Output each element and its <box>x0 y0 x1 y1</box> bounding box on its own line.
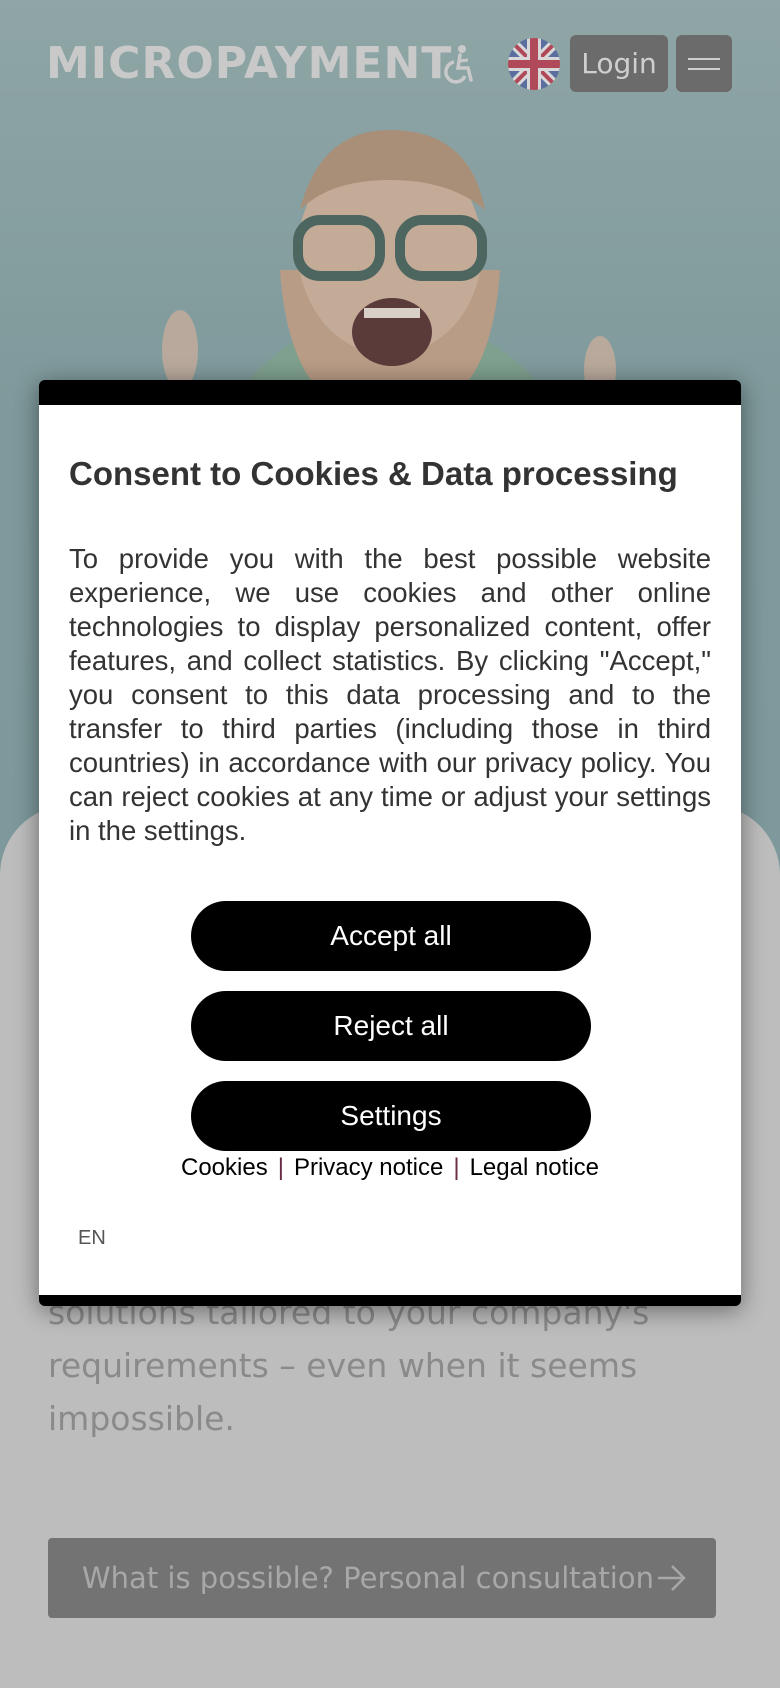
site-logo[interactable]: MICROPAYMENT <box>46 38 452 89</box>
privacy-notice-link[interactable]: Privacy notice <box>294 1154 443 1181</box>
link-separator: | <box>277 1154 284 1181</box>
accept-all-button[interactable]: Accept all <box>191 901 591 971</box>
uk-flag-icon[interactable] <box>508 38 560 90</box>
intro-text: solutions tailored to your company's req… <box>48 1293 650 1438</box>
menu-line <box>688 67 720 70</box>
site-header: MICROPAYMENT Login <box>0 0 780 130</box>
legal-notice-link[interactable]: Legal notice <box>470 1154 599 1181</box>
link-separator: | <box>453 1154 460 1181</box>
menu-line <box>688 57 720 60</box>
arrow-right-icon <box>658 1565 686 1591</box>
dialog-description: To provide you with the best possible we… <box>69 543 711 846</box>
cookie-consent-dialog: Consent to Cookies & Data processing To … <box>39 380 741 1306</box>
login-button[interactable]: Login <box>570 35 668 92</box>
language-selector[interactable]: EN <box>78 1227 106 1250</box>
consultation-button-label: What is possible? Personal consultation <box>82 1561 654 1595</box>
cookies-link[interactable]: Cookies <box>181 1154 268 1181</box>
accessibility-icon[interactable] <box>440 44 476 84</box>
consultation-button[interactable]: What is possible? Personal consultation <box>48 1538 716 1618</box>
settings-button[interactable]: Settings <box>191 1081 591 1151</box>
hamburger-menu-icon[interactable] <box>676 35 732 92</box>
dialog-title: Consent to Cookies & Data processing <box>69 455 678 492</box>
reject-all-button[interactable]: Reject all <box>191 991 591 1061</box>
footer-links: Cookies | Privacy notice | Legal notice <box>39 1154 741 1182</box>
